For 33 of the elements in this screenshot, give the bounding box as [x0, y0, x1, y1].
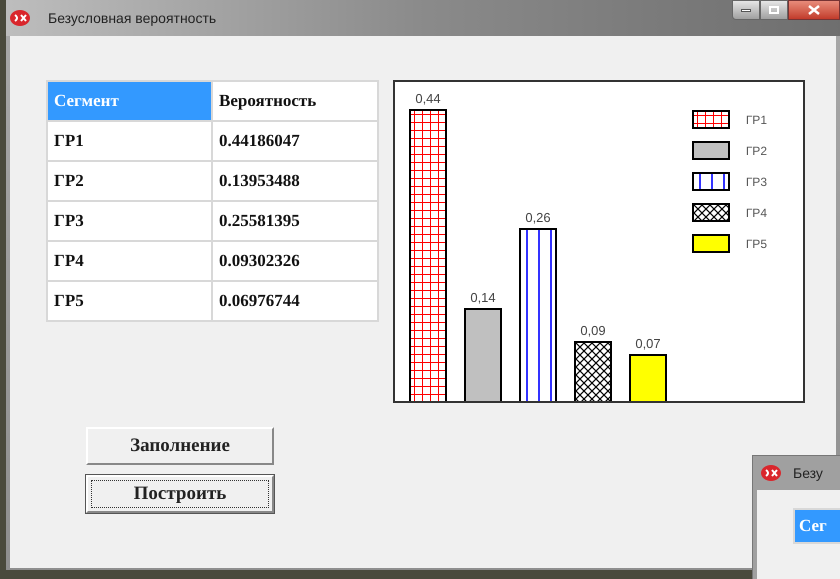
- column-header: Вероятность: [212, 81, 378, 121]
- table-cell: 0.09302326: [212, 241, 378, 281]
- table-cell: 0.06976744: [212, 281, 378, 321]
- minimize-button[interactable]: [732, 0, 760, 20]
- close-button[interactable]: [788, 0, 840, 20]
- legend-label: ГР5: [746, 236, 767, 252]
- data-label: 0,44: [415, 91, 441, 106]
- data-label: 0,14: [470, 290, 496, 305]
- column-header: Сегмент: [47, 81, 212, 121]
- action-button[interactable]: Построить: [86, 475, 274, 513]
- data-label: 0,26: [525, 210, 551, 225]
- app-logo-icon: [761, 465, 781, 481]
- action-button[interactable]: Заполнение: [86, 427, 274, 465]
- table-cell: ГР4: [47, 241, 212, 281]
- data-label: 0,09: [580, 323, 606, 338]
- table-cell: ГР3: [47, 201, 212, 241]
- data-label: 0,07: [635, 336, 661, 351]
- column-header: Сег: [793, 508, 840, 544]
- table-cell: 0.13953488: [212, 161, 378, 201]
- table-cell: ГР5: [47, 281, 212, 321]
- app-logo-icon: [10, 10, 30, 26]
- close-icon: [808, 5, 820, 15]
- window-title: Безусловная вероятность: [48, 8, 216, 28]
- legend-label: ГР2: [746, 142, 767, 160]
- legend-label: ГР3: [746, 174, 767, 190]
- table-cell: ГР1: [47, 121, 212, 161]
- table-cell: ГР2: [47, 161, 212, 201]
- table-cell: 0.44186047: [212, 121, 378, 161]
- legend-label: ГР1: [746, 112, 767, 128]
- legend-label: ГР4: [746, 204, 767, 222]
- maximize-button[interactable]: [760, 0, 788, 20]
- table-cell: 0.25581395: [212, 201, 378, 241]
- window-title: Безу: [793, 464, 823, 483]
